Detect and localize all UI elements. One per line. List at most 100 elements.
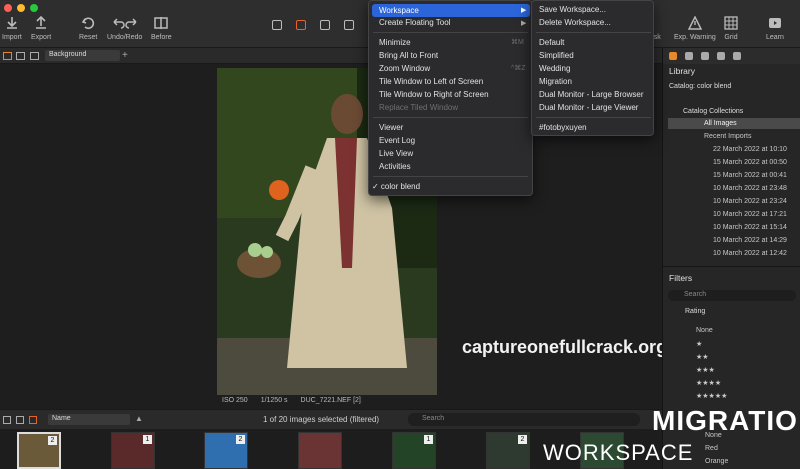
import-item[interactable]: 10 March 2022 at 17:21 bbox=[713, 211, 787, 218]
straighten-tool-icon[interactable] bbox=[344, 20, 354, 30]
recent-imports-title[interactable]: Recent Imports bbox=[704, 133, 751, 140]
collections-title[interactable]: Catalog Collections bbox=[683, 108, 743, 115]
menu-item-activities[interactable]: Activities bbox=[379, 162, 411, 171]
minimize-shortcut: ⌘M bbox=[511, 39, 524, 46]
submenu-item-save[interactable]: Save Workspace... bbox=[539, 5, 606, 14]
select-tool-icon[interactable] bbox=[272, 20, 282, 30]
before-button[interactable]: Before bbox=[151, 16, 172, 41]
browser-search[interactable]: Search bbox=[408, 413, 640, 426]
cursor-tools bbox=[272, 20, 354, 30]
import-button[interactable]: Import bbox=[2, 16, 22, 41]
browser-bar: Name ▲ 1 of 20 images selected (filtered… bbox=[0, 409, 662, 429]
thumbnail[interactable]: 2 bbox=[486, 432, 530, 469]
sort-select[interactable]: Name bbox=[48, 414, 130, 425]
menu-item-event-log[interactable]: Event Log bbox=[379, 136, 415, 145]
submenu-item-dual-large-browser[interactable]: Dual Monitor - Large Browser bbox=[539, 90, 643, 99]
sort-direction-icon[interactable]: ▲ bbox=[135, 414, 143, 423]
catalog-name[interactable]: Catalog: color blend bbox=[669, 83, 731, 90]
variant-badge: 2 bbox=[518, 435, 527, 444]
rating-3[interactable]: ★★★ bbox=[696, 366, 715, 374]
rating-title[interactable]: Rating bbox=[685, 308, 705, 315]
layer-select[interactable]: Background bbox=[45, 50, 120, 61]
pan-tool-icon[interactable] bbox=[296, 20, 306, 30]
submenu-item-dual-large-viewer[interactable]: Dual Monitor - Large Viewer bbox=[539, 103, 638, 112]
thumbnail[interactable]: 2 bbox=[204, 432, 248, 469]
undo-redo-button[interactable]: Undo/Redo bbox=[107, 16, 142, 41]
library-tab-icon[interactable] bbox=[669, 52, 677, 60]
exp-warning-button[interactable]: Exp. Warning bbox=[674, 16, 716, 41]
minimize-label: Minimize bbox=[379, 38, 411, 47]
compare-view-icon[interactable] bbox=[30, 52, 39, 60]
import-item[interactable]: 15 March 2022 at 00:41 bbox=[713, 172, 787, 179]
rating-5[interactable]: ★★★★★ bbox=[696, 392, 727, 400]
import-item[interactable]: 10 March 2022 at 14:29 bbox=[713, 237, 787, 244]
grid-view-icon[interactable] bbox=[3, 52, 12, 60]
crop-tool-icon[interactable] bbox=[320, 20, 330, 30]
menu-item-tile-right[interactable]: Tile Window to Right of Screen bbox=[379, 90, 489, 99]
all-images-item[interactable]: All Images bbox=[704, 120, 737, 127]
app-window: Import Export Reset Undo/Redo Before Mas… bbox=[0, 0, 800, 469]
variant-badge: 1 bbox=[143, 435, 152, 444]
single-view-icon[interactable] bbox=[16, 52, 25, 60]
reset-button[interactable]: Reset bbox=[79, 16, 97, 41]
capture-tab-icon[interactable] bbox=[685, 52, 693, 60]
filmstrip-icon[interactable] bbox=[16, 416, 24, 424]
menu-item-create-floating-tool[interactable]: Create Floating Tool bbox=[379, 18, 450, 27]
menu-item-workspace[interactable]: Workspace bbox=[379, 6, 419, 15]
menu-item-tile-left[interactable]: Tile Window to Left of Screen bbox=[379, 77, 483, 86]
grid-button[interactable]: Grid bbox=[724, 16, 738, 41]
import-item[interactable]: 10 March 2022 at 12:42 bbox=[713, 250, 787, 257]
menu-item-live-view[interactable]: Live View bbox=[379, 149, 413, 158]
menu-item-bring-all-to-front[interactable]: Bring All to Front bbox=[379, 51, 438, 60]
zoom-window-button[interactable] bbox=[30, 4, 38, 12]
thumbnail[interactable]: 1 bbox=[111, 432, 155, 469]
import-item[interactable]: 22 March 2022 at 10:10 bbox=[713, 146, 787, 153]
import-item[interactable]: 10 March 2022 at 23:48 bbox=[713, 185, 787, 192]
rating-1[interactable]: ★ bbox=[696, 340, 702, 348]
menu-item-zoom-window[interactable]: Zoom Window ^⌘Z bbox=[379, 64, 529, 73]
rating-none[interactable]: None bbox=[696, 327, 713, 334]
before-label: Before bbox=[151, 34, 172, 41]
menu-item-color-blend[interactable]: ✓ color blend bbox=[372, 182, 420, 191]
add-icon[interactable]: + bbox=[122, 50, 128, 61]
filters-section-title[interactable]: Filters bbox=[669, 273, 692, 283]
grid-icon[interactable] bbox=[3, 416, 11, 424]
undo-redo-label: Undo/Redo bbox=[107, 34, 143, 41]
lens-tab-icon[interactable] bbox=[701, 52, 709, 60]
import-item[interactable]: 10 March 2022 at 23:24 bbox=[713, 198, 787, 205]
library-section-title[interactable]: Library bbox=[669, 66, 695, 76]
learn-label: Learn bbox=[766, 34, 784, 41]
tool-tabs bbox=[663, 48, 800, 64]
menu-divider bbox=[373, 176, 528, 177]
rating-4[interactable]: ★★★★ bbox=[696, 379, 721, 387]
shutter-value: 1/1250 s bbox=[260, 397, 288, 404]
import-item[interactable]: 15 March 2022 at 00:50 bbox=[713, 159, 787, 166]
thumbnail[interactable]: 1 bbox=[392, 432, 436, 469]
minimize-window-button[interactable] bbox=[17, 4, 25, 12]
adjust-tab-icon[interactable] bbox=[717, 52, 725, 60]
menu-item-minimize[interactable]: Minimize ⌘M bbox=[379, 38, 529, 47]
workspace-submenu: Save Workspace... Delete Workspace... De… bbox=[531, 0, 654, 136]
submenu-item-wedding[interactable]: Wedding bbox=[539, 64, 570, 73]
submenu-item-fotobyxuyen[interactable]: #fotobyxuyen bbox=[539, 123, 587, 132]
submenu-item-default[interactable]: Default bbox=[539, 38, 564, 47]
rating-2[interactable]: ★★ bbox=[696, 353, 709, 361]
info-tab-icon[interactable] bbox=[733, 52, 741, 60]
learn-button[interactable]: Learn bbox=[766, 16, 784, 41]
filters-search[interactable]: Search bbox=[668, 290, 796, 301]
close-window-button[interactable] bbox=[4, 4, 12, 12]
submenu-arrow-icon: ▶ bbox=[521, 20, 527, 27]
list-icon[interactable] bbox=[29, 416, 37, 424]
thumbnail[interactable] bbox=[298, 432, 342, 469]
menu-item-viewer[interactable]: Viewer bbox=[379, 123, 403, 132]
submenu-divider bbox=[536, 117, 651, 118]
browser-search-placeholder: Search bbox=[422, 415, 445, 422]
menu-divider bbox=[373, 117, 528, 118]
submenu-item-simplified[interactable]: Simplified bbox=[539, 51, 574, 60]
thumbnail[interactable]: 2 bbox=[17, 432, 61, 469]
selection-count: 1 of 20 images selected (filtered) bbox=[263, 415, 380, 424]
submenu-item-migration[interactable]: Migration bbox=[539, 77, 572, 86]
import-item[interactable]: 10 March 2022 at 15:14 bbox=[713, 224, 787, 231]
submenu-item-delete[interactable]: Delete Workspace... bbox=[539, 18, 611, 27]
export-button[interactable]: Export bbox=[31, 16, 51, 41]
